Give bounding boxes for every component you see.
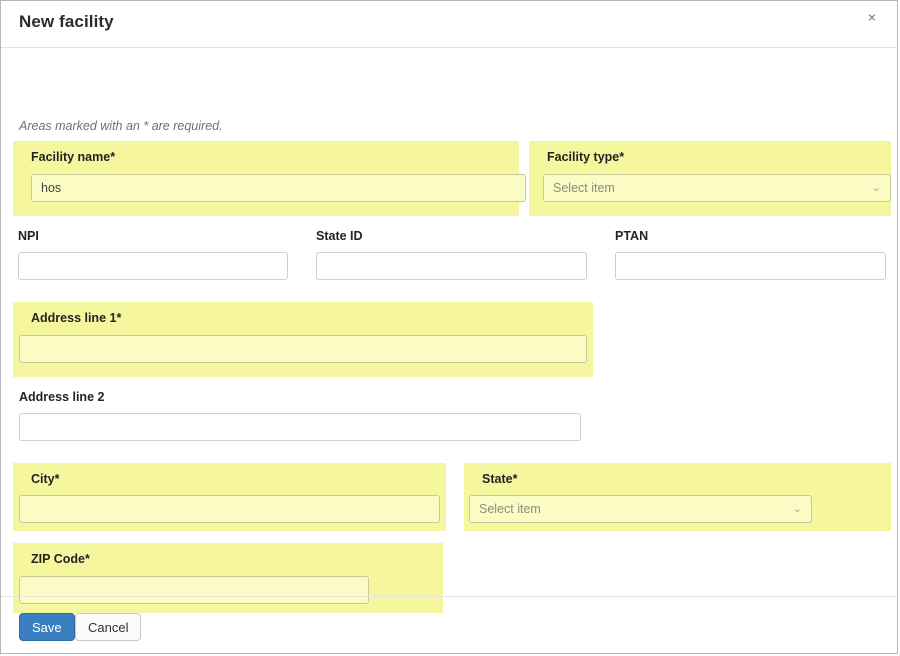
cancel-button[interactable]: Cancel bbox=[75, 613, 142, 641]
state-select[interactable]: Select item ⌄ bbox=[469, 495, 812, 523]
field-group-state-id: State ID bbox=[316, 229, 587, 281]
address-line-2-input[interactable] bbox=[19, 413, 581, 441]
city-input[interactable] bbox=[19, 495, 440, 523]
field-group-city: City* bbox=[13, 463, 446, 531]
state-label: State* bbox=[482, 472, 518, 486]
npi-input[interactable] bbox=[18, 252, 288, 280]
facility-name-label: Facility name* bbox=[31, 150, 116, 164]
page-title: New facility bbox=[19, 12, 114, 31]
field-group-address-line-1: Address line 1* bbox=[13, 302, 593, 377]
address-line-2-label: Address line 2 bbox=[19, 390, 105, 404]
field-group-ptan: PTAN bbox=[615, 229, 886, 281]
address-line-1-input[interactable] bbox=[19, 335, 587, 363]
chevron-down-icon: ⌄ bbox=[871, 182, 881, 194]
field-group-state: State* Select item ⌄ bbox=[464, 463, 891, 531]
required-fields-note: Areas marked with an * are required. bbox=[19, 119, 223, 133]
city-label: City* bbox=[31, 472, 60, 486]
field-group-facility-type: Facility type* Select item ⌄ bbox=[529, 141, 891, 216]
facility-type-selected-value: Select item bbox=[553, 181, 615, 195]
npi-label: NPI bbox=[18, 229, 39, 243]
facility-type-select[interactable]: Select item ⌄ bbox=[543, 174, 891, 202]
state-id-input[interactable] bbox=[316, 252, 587, 280]
state-id-label: State ID bbox=[316, 229, 363, 243]
close-icon[interactable]: × bbox=[864, 9, 880, 25]
zip-code-label: ZIP Code* bbox=[31, 552, 90, 566]
state-selected-value: Select item bbox=[479, 502, 541, 516]
save-button[interactable]: Save bbox=[19, 613, 75, 641]
dialog-header: New facility × bbox=[1, 1, 897, 48]
field-group-address-line-2: Address line 2 bbox=[19, 390, 581, 442]
field-group-facility-name: Facility name* bbox=[13, 141, 526, 216]
facility-type-label: Facility type* bbox=[547, 150, 625, 164]
dialog-body: Areas marked with an * are required. Fac… bbox=[1, 48, 897, 613]
ptan-label: PTAN bbox=[615, 229, 649, 243]
dialog-footer: Save Cancel bbox=[1, 596, 897, 653]
chevron-down-icon: ⌄ bbox=[792, 503, 802, 515]
ptan-input[interactable] bbox=[615, 252, 886, 280]
address-line-1-label: Address line 1* bbox=[31, 311, 122, 325]
facility-name-input[interactable] bbox=[31, 174, 526, 202]
new-facility-dialog: New facility × Areas marked with an * ar… bbox=[0, 0, 898, 654]
field-group-npi: NPI bbox=[18, 229, 288, 281]
